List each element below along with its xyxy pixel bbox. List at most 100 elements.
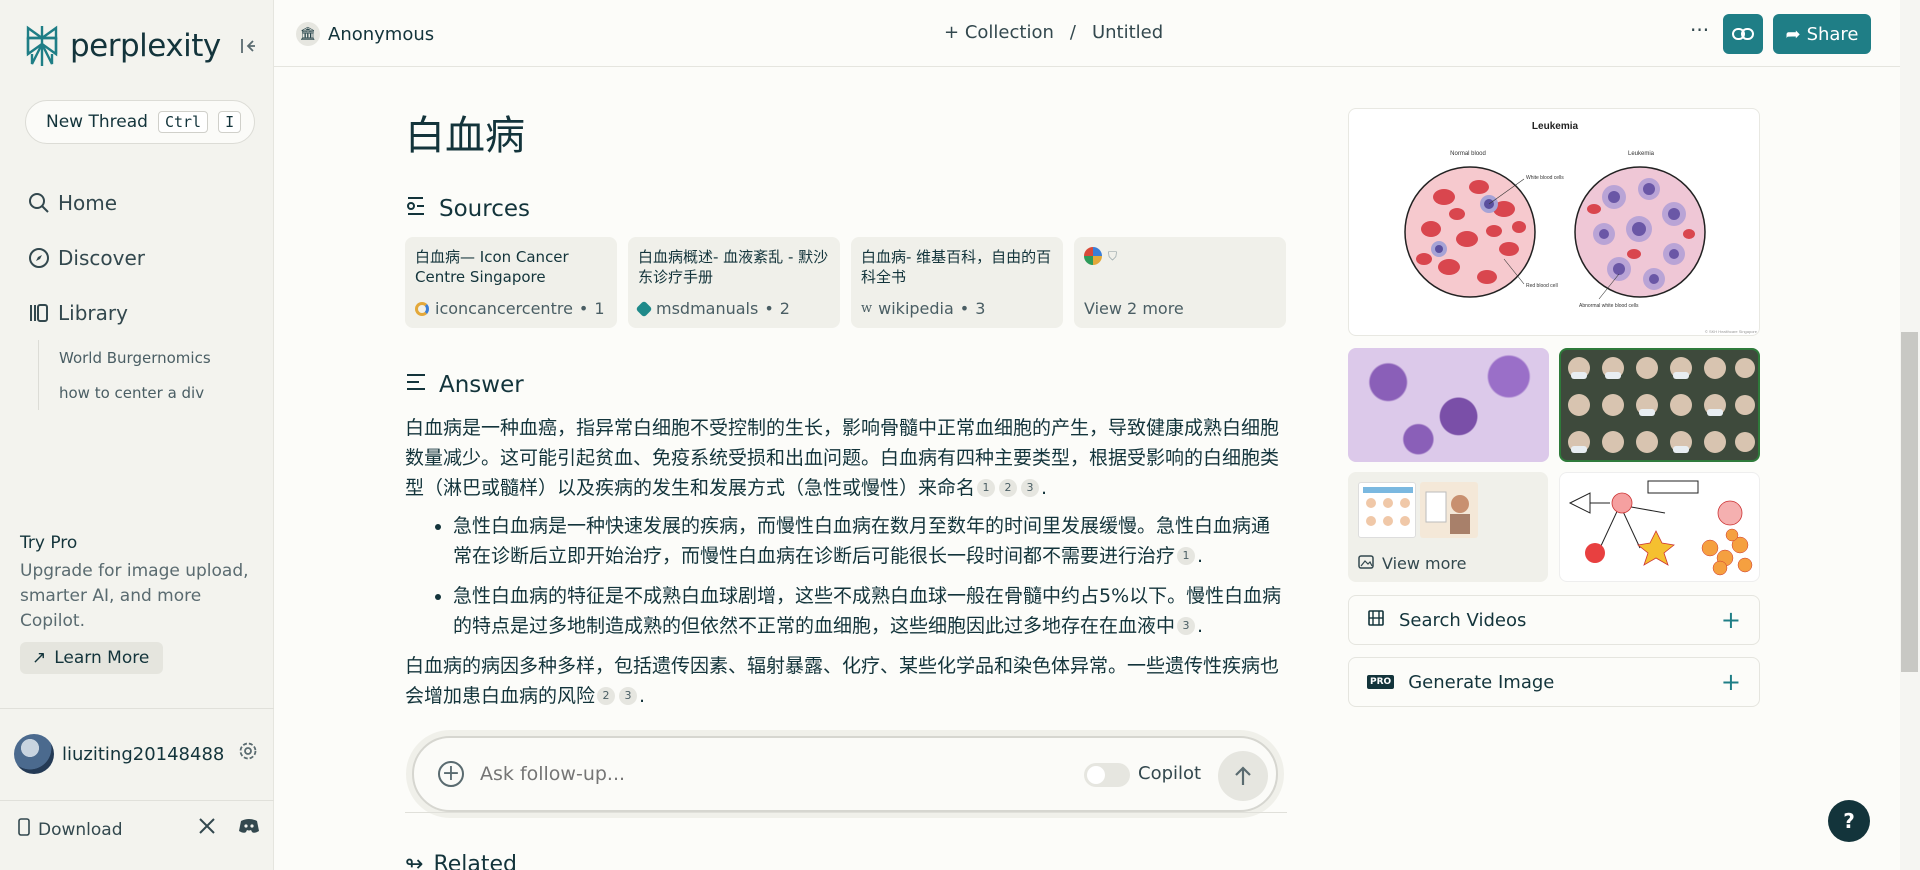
library-items: World Burgernomics how to center a div bbox=[38, 340, 211, 410]
citation-badge[interactable]: 1 bbox=[1177, 547, 1196, 565]
sidebar-item-library[interactable]: Library bbox=[28, 285, 145, 340]
view-more-label: View more bbox=[1382, 554, 1467, 573]
user-profile[interactable]: liuziting20148488 bbox=[14, 734, 224, 774]
generate-image-button[interactable]: PRO Generate Image + bbox=[1348, 657, 1760, 707]
compass-icon bbox=[28, 247, 50, 269]
share-arrow-icon: ➦ bbox=[1785, 23, 1801, 45]
learn-more-label: Learn More bbox=[54, 648, 150, 668]
divider bbox=[0, 708, 274, 709]
related-icon: ↬ bbox=[405, 852, 424, 870]
sidebar: perplexity New Thread Ctrl I Home Discov… bbox=[0, 0, 274, 870]
bank-icon: 🏛 bbox=[296, 22, 320, 46]
perplexity-logo-icon bbox=[26, 25, 58, 66]
search-videos-button[interactable]: Search Videos + bbox=[1348, 595, 1760, 645]
add-to-collection-button[interactable]: + Collection bbox=[944, 22, 1054, 43]
answer-bullet: 急性白血病是一种快速发展的疾病，而慢性白血病在数月至数年的时间里发展缓慢。急性白… bbox=[453, 511, 1287, 571]
google-favicon-icon bbox=[1084, 247, 1102, 265]
ask-follow-up-bar: + Copilot bbox=[412, 736, 1278, 812]
sidebar-item-home[interactable]: Home bbox=[28, 175, 145, 230]
wbc-callout-label: White blood cells bbox=[1526, 175, 1564, 181]
answer-text: 急性白血病是一种快速发展的疾病，而慢性白血病在数月至数年的时间里发展缓慢。急性白… bbox=[453, 515, 1271, 567]
scrollbar-thumb[interactable] bbox=[1901, 332, 1918, 672]
username: liuziting20148488 bbox=[62, 743, 225, 765]
learn-more-button[interactable]: ↗ Learn More bbox=[20, 642, 164, 674]
discord-icon[interactable] bbox=[238, 818, 260, 839]
answer-lines-icon bbox=[405, 372, 427, 398]
shortcut-ctrl: Ctrl bbox=[157, 111, 209, 133]
user-visibility[interactable]: 🏛 Anonymous bbox=[296, 22, 434, 46]
pro-badge: PRO bbox=[1367, 675, 1395, 689]
source-card[interactable]: 白血病- 维基百科，自由的百科全书 w wikipedia • 3 bbox=[851, 237, 1063, 328]
view-more-sources-label: View 2 more bbox=[1084, 299, 1184, 318]
plus-icon: + bbox=[944, 22, 960, 43]
library-item[interactable]: how to center a div bbox=[59, 375, 211, 410]
generate-image-label: Generate Image bbox=[1408, 671, 1555, 693]
children-masks-photo[interactable] bbox=[1559, 348, 1760, 462]
avatar bbox=[14, 734, 54, 774]
sources-list-icon bbox=[405, 195, 427, 223]
source-index-separator: • bbox=[959, 299, 970, 318]
citation-badge[interactable]: 2 bbox=[999, 479, 1018, 497]
share-button[interactable]: ➦ Share bbox=[1773, 14, 1871, 54]
view-more-images: View more bbox=[1358, 554, 1467, 573]
new-thread-button[interactable]: New Thread Ctrl I bbox=[25, 100, 255, 144]
citation-badge[interactable]: 1 bbox=[977, 479, 996, 497]
shortcut-key: I bbox=[218, 111, 242, 133]
thumbnail-cartoon-image bbox=[1420, 482, 1478, 538]
sidebar-nav: Home Discover Library bbox=[28, 175, 145, 340]
try-pro-title: Try Pro bbox=[20, 533, 78, 553]
source-title: 白血病概述- 血液紊乱 - 默沙东诊疗手册 bbox=[638, 248, 829, 286]
source-card[interactable]: 白血病— Icon Cancer Centre Singapore iconca… bbox=[405, 237, 617, 328]
library-icon bbox=[28, 302, 50, 324]
collapse-sidebar-icon[interactable] bbox=[236, 34, 260, 58]
try-pro-description: Upgrade for image upload, smarter AI, an… bbox=[20, 561, 249, 631]
logo-text: perplexity bbox=[70, 28, 221, 64]
source-meta: iconcancercentre • 1 bbox=[415, 299, 607, 318]
sidebar-item-label: Discover bbox=[58, 245, 145, 270]
phone-icon bbox=[18, 818, 30, 841]
top-header: 🏛 Anonymous + Collection / Untitled ··· … bbox=[274, 0, 1900, 67]
gear-icon[interactable] bbox=[238, 741, 258, 766]
abnormal-wbc-callout-label: Abnormal white blood cells bbox=[1579, 303, 1639, 309]
citation-badge[interactable]: 3 bbox=[1177, 617, 1196, 635]
answer-heading: Answer bbox=[405, 372, 524, 398]
copilot-toggle[interactable] bbox=[1084, 763, 1130, 787]
related-heading: ↬ Related bbox=[405, 852, 517, 870]
thumbnail-infographic-image bbox=[1358, 482, 1416, 538]
source-site: wikipedia bbox=[878, 299, 954, 318]
arrow-up-right-icon: ↗ bbox=[32, 648, 47, 668]
answer-list: 急性白血病是一种快速发展的疾病，而慢性白血病在数月至数年的时间里发展缓慢。急性白… bbox=[453, 511, 1287, 641]
sidebar-item-discover[interactable]: Discover bbox=[28, 230, 145, 285]
source-card[interactable]: 白血病概述- 血液紊乱 - 默沙东诊疗手册 msdmanuals • 2 bbox=[628, 237, 840, 328]
citation-badge[interactable]: 3 bbox=[619, 687, 638, 705]
rbc-callout-label: Red blood cell bbox=[1526, 283, 1558, 289]
download-button[interactable]: Download bbox=[18, 818, 123, 841]
more-options-icon[interactable]: ··· bbox=[1690, 18, 1709, 42]
follow-up-input[interactable] bbox=[480, 763, 1040, 785]
leukemia-diagram-image[interactable]: Leukemia Normal blood Leukemia White blo… bbox=[1348, 108, 1760, 336]
source-meta: w wikipedia • 3 bbox=[861, 299, 1053, 318]
view-more-images-button[interactable]: View more bbox=[1348, 472, 1548, 582]
citation-badge[interactable]: 2 bbox=[597, 687, 616, 705]
citation-badge[interactable]: 3 bbox=[1021, 479, 1040, 497]
x-twitter-icon[interactable] bbox=[199, 818, 215, 839]
page-title: 白血病 bbox=[405, 113, 525, 159]
sources-heading: Sources bbox=[405, 195, 530, 223]
answer-bullet: 急性白血病的特征是不成熟白血球剧增，这些不成熟白血球一般在骨髓中约占5%以下。慢… bbox=[453, 581, 1287, 641]
breadcrumb-separator: / bbox=[1069, 22, 1076, 43]
library-item[interactable]: World Burgernomics bbox=[59, 340, 211, 375]
view-more-sources-card[interactable]: ⛉ View 2 more bbox=[1074, 237, 1286, 328]
download-label: Download bbox=[38, 819, 123, 840]
cell-lineage-diagram-image[interactable] bbox=[1559, 472, 1760, 582]
sources-row: 白血病— Icon Cancer Centre Singapore iconca… bbox=[405, 237, 1286, 328]
help-button[interactable]: ? bbox=[1828, 800, 1870, 842]
image-watermark: © SKH Healthcare Singapore bbox=[1705, 329, 1758, 334]
thread-name[interactable]: Untitled bbox=[1092, 22, 1163, 43]
blood-smear-image[interactable] bbox=[1348, 348, 1549, 462]
link-icon bbox=[1732, 28, 1754, 40]
source-title: 白血病— Icon Cancer Centre Singapore bbox=[415, 248, 569, 286]
copy-link-button[interactable] bbox=[1723, 14, 1763, 54]
logo[interactable]: perplexity bbox=[22, 24, 221, 68]
attach-plus-icon[interactable]: + bbox=[438, 761, 464, 787]
submit-arrow-button[interactable] bbox=[1218, 751, 1268, 801]
